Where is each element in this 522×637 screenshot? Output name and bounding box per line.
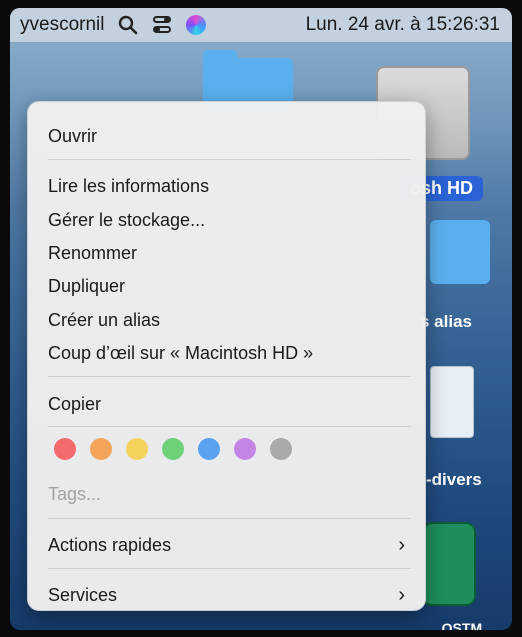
tag-color-row	[54, 438, 292, 460]
menubar-clock[interactable]: Lun. 24 avr. à 15:26:31	[306, 14, 500, 36]
chevron-right-icon: ›	[398, 584, 405, 606]
menu-item-get-info[interactable]: Lire les informations	[48, 174, 405, 198]
menubar-username[interactable]: yvescornil	[20, 14, 104, 36]
app-icon[interactable]	[422, 522, 476, 606]
tag-color-red[interactable]	[54, 438, 76, 460]
tag-color-gray[interactable]	[270, 438, 292, 460]
menu-item-open[interactable]: Ouvrir	[48, 124, 405, 148]
siri-icon[interactable]	[186, 15, 207, 35]
menu-item-quick-actions[interactable]: Actions rapides ›	[48, 533, 405, 557]
menu-item-services[interactable]: Services ›	[48, 583, 405, 607]
tag-color-yellow[interactable]	[126, 438, 148, 460]
document-icon[interactable]	[430, 366, 474, 438]
control-center-icon[interactable]	[152, 16, 172, 34]
tag-color-purple[interactable]	[234, 438, 256, 460]
tag-color-orange[interactable]	[90, 438, 112, 460]
menu-item-quick-look[interactable]: Coup d’œil sur « Macintosh HD »	[48, 341, 405, 365]
context-menu: Ouvrir Lire les informations Gérer le st…	[27, 101, 426, 611]
tag-color-green[interactable]	[162, 438, 184, 460]
menu-bar: yvescornil Lun. 24 avr. à 15:26:31	[10, 8, 512, 42]
menu-separator	[48, 568, 411, 569]
desktop-screen: yvescornil Lun. 24 avr. à 15:26:31 osh H…	[10, 8, 512, 630]
tag-color-blue[interactable]	[198, 438, 220, 460]
menu-item-duplicate[interactable]: Dupliquer	[48, 274, 405, 298]
menu-item-services-label: Services	[48, 585, 118, 605]
chevron-right-icon: ›	[398, 534, 405, 556]
menu-separator	[48, 518, 411, 519]
menu-item-rename[interactable]: Renommer	[48, 241, 405, 265]
tags-field[interactable]: Tags...	[48, 482, 405, 506]
divers-label[interactable]: -divers	[426, 470, 482, 490]
menu-item-make-alias[interactable]: Créer un alias	[48, 308, 405, 332]
menu-separator	[48, 159, 411, 160]
alias-label[interactable]: s alias	[420, 312, 472, 332]
menu-item-quick-actions-label: Actions rapides	[48, 535, 172, 555]
search-icon[interactable]	[118, 15, 138, 35]
menu-item-manage-storage[interactable]: Gérer le stockage...	[48, 208, 405, 232]
bottom-app-label[interactable]: ...OSTM	[430, 620, 482, 630]
menu-separator	[48, 426, 411, 427]
folder-icon[interactable]	[430, 220, 490, 284]
menu-separator	[48, 376, 411, 377]
menu-item-copy[interactable]: Copier	[48, 392, 405, 416]
